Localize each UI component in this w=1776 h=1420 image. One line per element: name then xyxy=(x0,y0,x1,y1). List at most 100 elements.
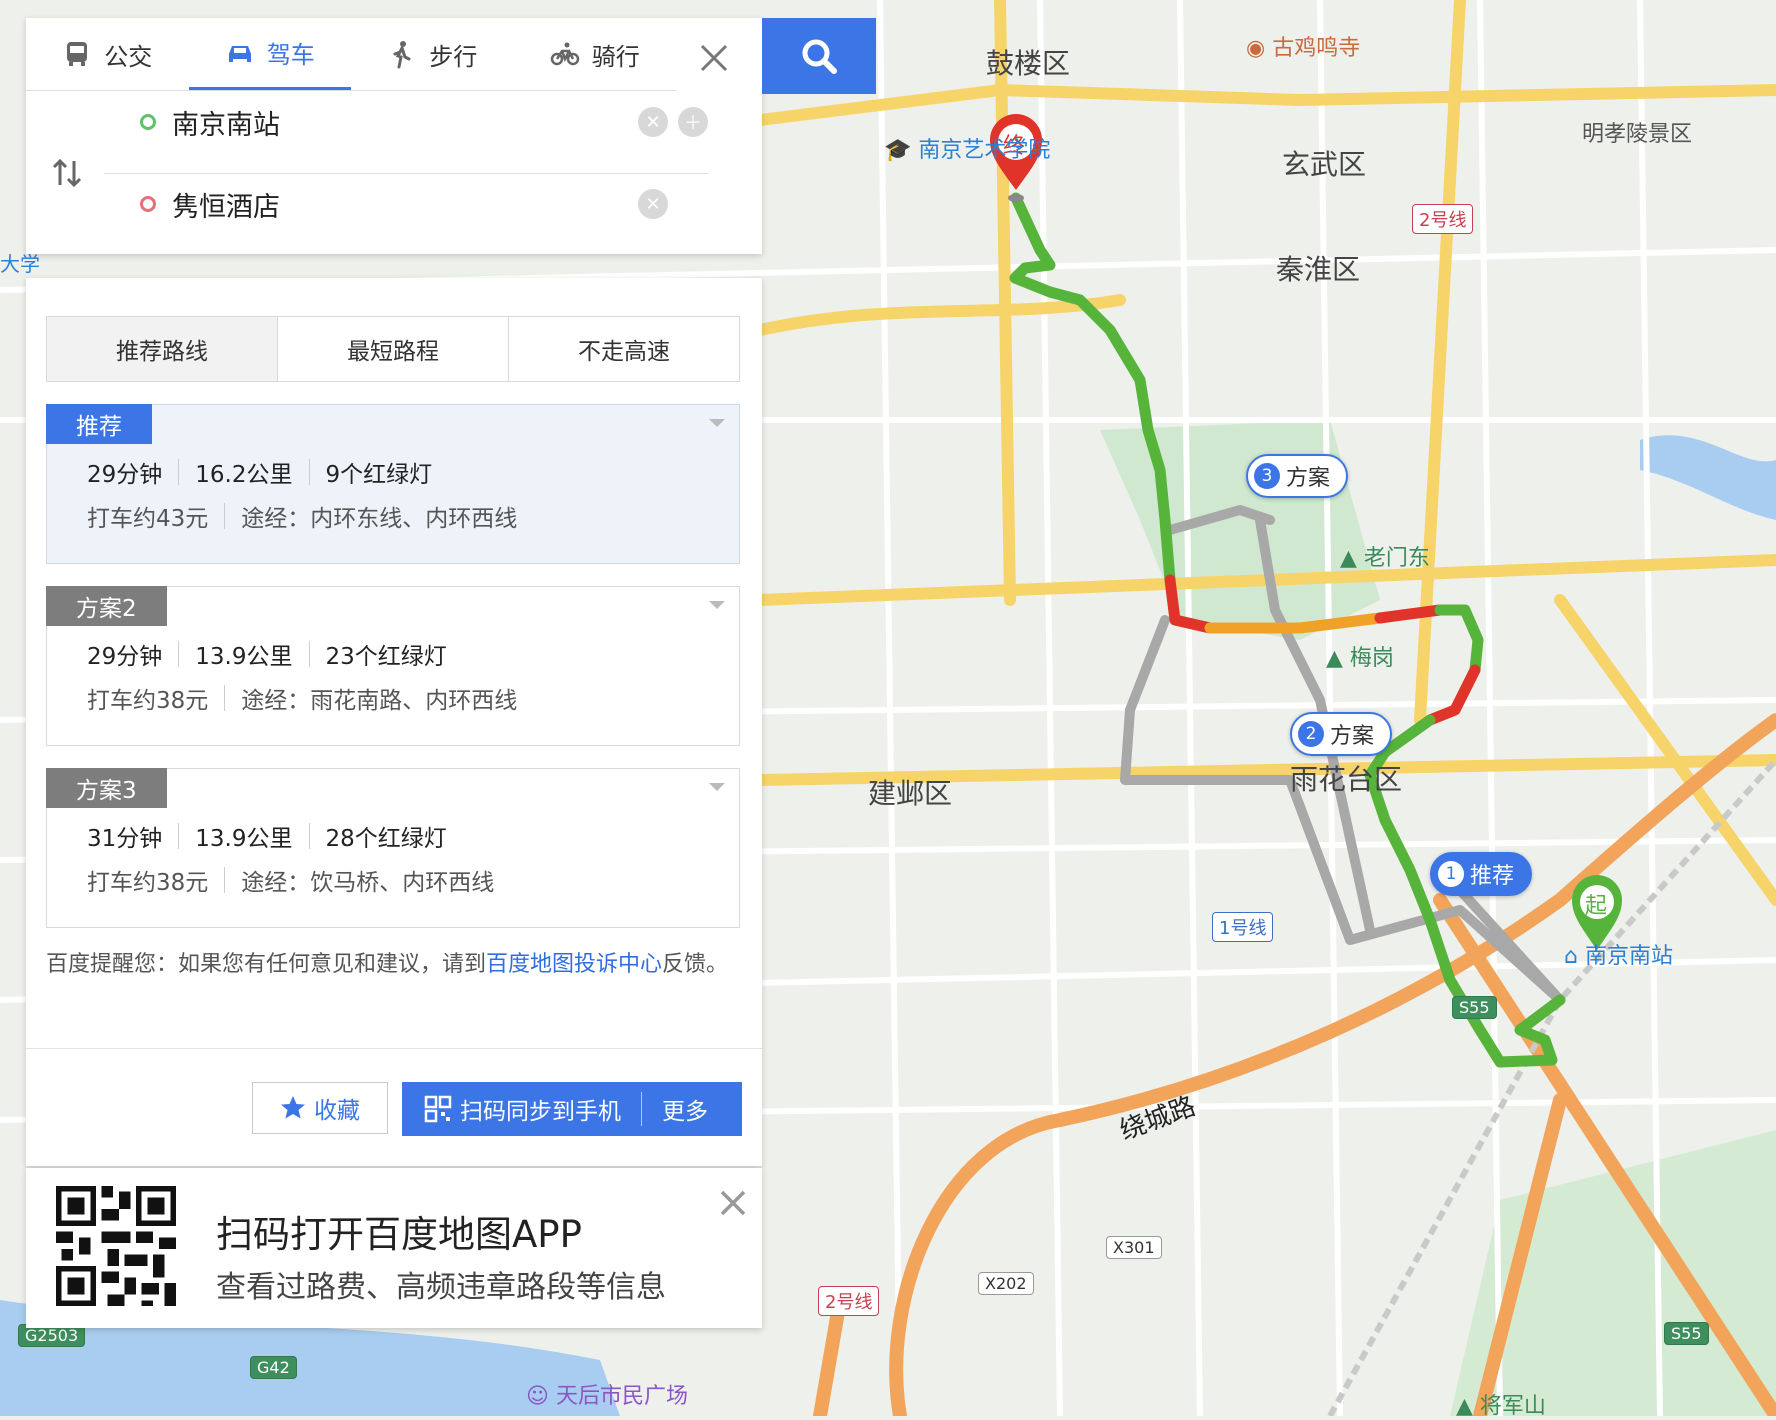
route-via-label: 途经： xyxy=(241,688,311,714)
feedback-tip: 百度提醒您：如果您有任何意见和建议，请到百度地图投诉中心反馈。 xyxy=(46,946,746,984)
tab-bus[interactable]: 公交 xyxy=(26,18,189,90)
origin-input[interactable]: 南京南站 xyxy=(172,103,628,142)
route-bubble-2[interactable]: 2 方案 xyxy=(1290,712,1393,756)
route-search-panel: 公交 驾车 步行 骑行 南京南站 ✕ ＋ 隽恒酒店 ✕ xyxy=(26,18,762,254)
tab-recommended[interactable]: 推荐路线 xyxy=(47,317,278,381)
more-button[interactable]: 更多 xyxy=(642,1092,728,1126)
route-taxi-fare: 打车约43元 xyxy=(87,506,209,532)
route-distance: 13.9公里 xyxy=(195,644,293,670)
route-bubble-3[interactable]: 3 方案 xyxy=(1246,454,1349,498)
highway-shield: S55 xyxy=(1664,1322,1709,1345)
metro-label: 2号线 xyxy=(1412,204,1474,234)
route-strategy-tabs: 推荐路线 最短路程 不走高速 xyxy=(46,316,740,382)
close-icon[interactable] xyxy=(694,38,734,78)
route-tag: 推荐 xyxy=(46,404,152,444)
district-label: 雨花台区 xyxy=(1290,763,1403,796)
bubble-number: 2 xyxy=(1298,721,1324,747)
route-distance: 16.2公里 xyxy=(195,462,293,488)
favorite-button[interactable]: 收藏 xyxy=(252,1082,388,1134)
poi-label[interactable]: ◉ 古鸡鸣寺 xyxy=(1246,30,1360,62)
complaint-center-link[interactable]: 百度地图投诉中心 xyxy=(486,952,662,977)
tab-car[interactable]: 驾车 xyxy=(188,18,351,90)
poi-label[interactable]: 明孝陵景区 xyxy=(1582,116,1692,148)
bubble-text: 推荐 xyxy=(1470,864,1515,889)
destination-row[interactable]: 隽恒酒店 ✕ xyxy=(104,164,708,244)
search-icon xyxy=(802,39,837,74)
route-summary: 31分钟 13.9公里 28个红绿灯 xyxy=(87,819,447,853)
poi-label[interactable]: 🎓 南京艺术学院 xyxy=(884,132,1050,164)
route-time: 29分钟 xyxy=(87,644,163,670)
highway-shield: S55 xyxy=(1452,996,1497,1019)
route-details: 打车约38元 途经： 雨花南路、内环西线 xyxy=(87,681,517,715)
sync-label: 扫码同步到手机 xyxy=(460,1099,621,1125)
tab-label: 步行 xyxy=(429,42,478,71)
route-time: 31分钟 xyxy=(87,826,163,852)
expand-caret-icon[interactable] xyxy=(709,419,725,427)
route-taxi-fare: 打车约38元 xyxy=(87,688,209,714)
route-details: 打车约38元 途经： 饮马桥、内环西线 xyxy=(87,863,494,897)
tip-text: 反馈。 xyxy=(662,952,729,977)
add-waypoint-button[interactable]: ＋ xyxy=(678,107,708,137)
expand-caret-icon[interactable] xyxy=(709,783,725,791)
route-via-label: 途经： xyxy=(241,870,311,896)
road-shield: X202 xyxy=(978,1272,1034,1295)
clear-origin-button[interactable]: ✕ xyxy=(638,107,668,137)
route-card-1[interactable]: 推荐 29分钟 16.2公里 9个红绿灯 打车约43元 途经： 内环东线、内环西… xyxy=(46,404,740,564)
destination-input[interactable]: 隽恒酒店 xyxy=(172,185,628,224)
tab-avoid-highway[interactable]: 不走高速 xyxy=(509,317,739,381)
app-promo-panel: 扫码打开百度地图APP 查看过路费、高频违章路段等信息 xyxy=(26,1168,762,1328)
search-button[interactable] xyxy=(762,18,876,94)
route-tag: 方案3 xyxy=(46,768,167,808)
route-via: 雨花南路、内环西线 xyxy=(310,688,518,714)
tab-label: 骑行 xyxy=(591,42,640,71)
expand-caret-icon[interactable] xyxy=(709,601,725,609)
route-card-3[interactable]: 方案3 31分钟 13.9公里 28个红绿灯 打车约38元 途经： 饮马桥、内环… xyxy=(46,768,740,928)
route-time: 29分钟 xyxy=(87,462,163,488)
destination-dot xyxy=(140,196,156,212)
poi-label[interactable]: ☺ 天后市民广场 xyxy=(526,1378,688,1410)
poi-label[interactable]: ▲ 将军山 xyxy=(1456,1388,1546,1420)
metro-label: 2号线 xyxy=(818,1286,880,1316)
route-distance: 13.9公里 xyxy=(195,826,293,852)
route-taxi-fare: 打车约38元 xyxy=(87,870,209,896)
promo-subtitle: 查看过路费、高频违章路段等信息 xyxy=(216,1270,666,1305)
route-lights: 28个红绿灯 xyxy=(325,826,447,852)
favorite-label: 收藏 xyxy=(314,1098,360,1124)
sync-to-phone-button[interactable]: 扫码同步到手机 更多 xyxy=(402,1082,742,1136)
route-bubble-1[interactable]: 1 推荐 xyxy=(1430,852,1533,896)
tab-shortest[interactable]: 最短路程 xyxy=(278,317,509,381)
tab-label: 公交 xyxy=(104,42,153,71)
tab-label: 驾车 xyxy=(266,41,315,69)
route-tag: 方案2 xyxy=(46,586,167,626)
metro-label: 1号线 xyxy=(1212,912,1274,942)
highway-shield: G42 xyxy=(250,1356,297,1379)
close-icon[interactable] xyxy=(716,1186,750,1220)
district-label: 秦淮区 xyxy=(1276,253,1361,286)
poi-label[interactable]: ▲ 老门东 xyxy=(1340,540,1430,572)
origin-dot xyxy=(140,114,156,130)
sync-main[interactable]: 扫码同步到手机 xyxy=(402,1092,641,1126)
bubble-text: 方案 xyxy=(1330,724,1375,749)
star-icon xyxy=(281,1096,305,1119)
route-lights: 9个红绿灯 xyxy=(325,462,433,488)
district-label: 鼓楼区 xyxy=(986,47,1071,80)
bubble-text: 方案 xyxy=(1286,466,1331,491)
route-via: 饮马桥、内环西线 xyxy=(310,870,495,896)
start-marker-label: 起 xyxy=(1585,894,1608,919)
route-summary: 29分钟 16.2公里 9个红绿灯 xyxy=(87,455,432,489)
route-card-2[interactable]: 方案2 29分钟 13.9公里 23个红绿灯 打车约38元 途经： 雨花南路、内… xyxy=(46,586,740,746)
swap-icon[interactable] xyxy=(48,153,88,193)
car-icon xyxy=(228,45,251,62)
clear-destination-button[interactable]: ✕ xyxy=(638,189,668,219)
district-label: 玄武区 xyxy=(1282,148,1367,181)
travel-mode-tabs: 公交 驾车 步行 骑行 xyxy=(26,18,676,91)
bike-icon xyxy=(550,42,579,66)
origin-row[interactable]: 南京南站 ✕ ＋ xyxy=(104,82,708,162)
tab-walk[interactable]: 步行 xyxy=(351,18,514,90)
promo-title: 扫码打开百度地图APP xyxy=(216,1213,582,1256)
qr-code-image xyxy=(56,1186,176,1306)
route-via: 内环东线、内环西线 xyxy=(310,506,518,532)
poi-label[interactable]: ▲ 梅岗 xyxy=(1326,640,1394,672)
poi-label[interactable]: ⌂ 南京南站 xyxy=(1564,938,1673,970)
tab-bike[interactable]: 骑行 xyxy=(514,18,677,90)
